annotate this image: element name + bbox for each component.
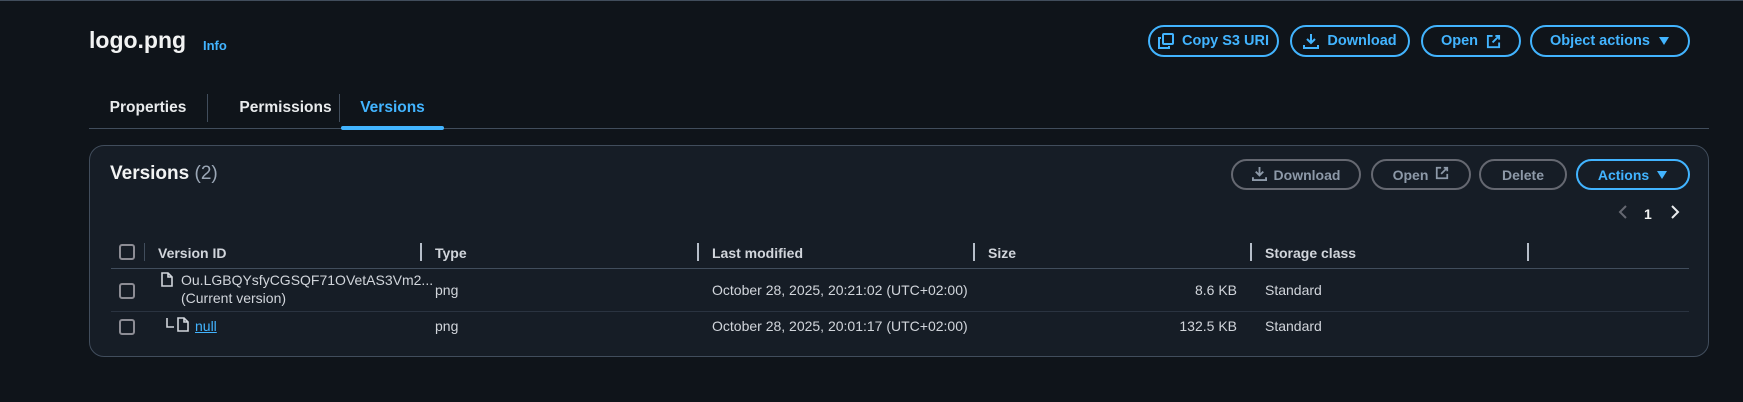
tab-properties[interactable]: Properties	[89, 87, 207, 129]
download-button[interactable]: Download	[1290, 25, 1410, 57]
chevron-left-icon[interactable]	[1618, 204, 1628, 224]
table-row[interactable]: Ou.LGBQYsfyCGSQF71OVetAS3Vm2... (Current…	[111, 270, 1689, 312]
versions-download-button[interactable]: Download	[1231, 159, 1361, 190]
download-label: Download	[1327, 33, 1397, 49]
last-modified: October 28, 2025, 20:01:17 (UTC+02:00)	[712, 318, 968, 334]
row-checkbox[interactable]	[119, 319, 135, 335]
download-icon	[1303, 33, 1320, 49]
file-type: png	[435, 282, 459, 298]
row-checkbox[interactable]	[119, 283, 135, 299]
versions-panel: Versions (2) Download Open Delete Action…	[89, 145, 1709, 357]
versions-count: (2)	[194, 163, 218, 184]
file-icon	[161, 272, 173, 292]
column-header-last-modified[interactable]: Last modified	[712, 245, 803, 261]
versions-title: Versions	[110, 163, 190, 184]
storage-class: Standard	[1265, 282, 1322, 298]
page-title: logo.png	[89, 27, 187, 53]
external-link-icon	[1435, 166, 1449, 183]
versions-delete-label: Delete	[1501, 166, 1545, 183]
object-actions-button[interactable]: Object actions	[1530, 25, 1690, 57]
page-number-current[interactable]: 1	[1644, 206, 1652, 222]
versions-panel-title: Versions (2)	[110, 163, 218, 185]
storage-class: Standard	[1265, 318, 1322, 334]
versions-actions-label: Actions	[1597, 166, 1650, 183]
caret-down-icon	[1656, 167, 1668, 183]
external-link-icon	[1486, 34, 1501, 49]
versions-open-button[interactable]: Open	[1371, 159, 1471, 190]
object-actions-label: Object actions	[1550, 33, 1650, 49]
current-version-note: (Current version)	[181, 290, 287, 306]
tab-versions[interactable]: Versions	[341, 87, 444, 130]
version-id-link[interactable]: null	[195, 318, 217, 334]
versions-download-label: Download	[1273, 166, 1341, 183]
column-resizer[interactable]	[697, 243, 699, 261]
select-all-checkbox[interactable]	[119, 244, 135, 260]
column-header-size[interactable]: Size	[988, 245, 1016, 261]
table-row[interactable]: null png October 28, 2025, 20:01:17 (UTC…	[111, 313, 1689, 345]
file-icon	[177, 317, 189, 337]
column-header-storage-class[interactable]: Storage class	[1265, 245, 1356, 261]
info-link[interactable]: Info	[203, 38, 227, 53]
open-label: Open	[1440, 33, 1479, 49]
versions-open-label: Open	[1392, 166, 1429, 183]
version-id: Ou.LGBQYsfyCGSQF71OVetAS3Vm2...	[181, 272, 434, 288]
file-size: 132.5 KB	[1179, 318, 1237, 334]
column-header-version-id[interactable]: Version ID	[158, 245, 226, 261]
versions-actions-button[interactable]: Actions	[1576, 159, 1690, 190]
column-resizer[interactable]	[973, 243, 975, 261]
copy-s3-uri-label: Copy S3 URI	[1181, 33, 1269, 49]
file-type: png	[435, 318, 459, 334]
column-resizer[interactable]	[1527, 243, 1529, 261]
column-resizer[interactable]	[1250, 243, 1252, 261]
tab-divider	[339, 94, 340, 122]
copy-s3-uri-button[interactable]: Copy S3 URI	[1148, 25, 1279, 57]
chevron-right-icon[interactable]	[1670, 204, 1680, 224]
caret-down-icon	[1658, 36, 1670, 46]
open-button[interactable]: Open	[1421, 25, 1521, 57]
pagination: 1	[1618, 204, 1680, 224]
versions-delete-button[interactable]: Delete	[1479, 159, 1567, 190]
tree-branch-icon	[165, 317, 175, 335]
tab-bar: Properties Permissions Versions	[89, 87, 1709, 130]
column-header-type[interactable]: Type	[435, 245, 467, 261]
file-size: 8.6 KB	[1194, 282, 1237, 298]
table-header: Version ID Type Last modified Size Stora…	[111, 241, 1689, 269]
last-modified: October 28, 2025, 20:21:02 (UTC+02:00)	[712, 282, 968, 298]
page-header: logo.png Info Copy S3 URI Download Open …	[89, 25, 1709, 65]
copy-icon	[1157, 33, 1174, 49]
column-divider	[144, 243, 145, 261]
column-resizer[interactable]	[420, 243, 422, 261]
download-icon	[1251, 166, 1267, 184]
